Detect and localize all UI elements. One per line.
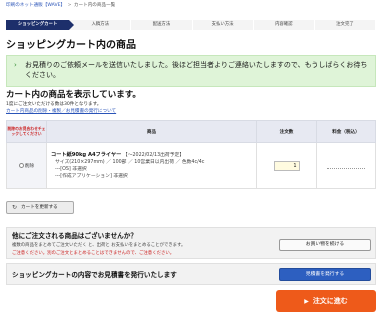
step-complete: 注文完了 xyxy=(314,20,377,30)
product-name: コート紙90kg A4フライヤー xyxy=(51,151,122,158)
cart-limit-note: 1度にご注文いただける数は30件となります。 xyxy=(6,102,102,107)
price-cell xyxy=(316,142,376,189)
order-button-label: 注文に進む xyxy=(312,297,348,305)
checkout-steps: ショッピングカート 入稿方法 配送方法 支払い方法 内容確認 注文完了 xyxy=(6,20,377,30)
page-title: ショッピングカート内の商品 xyxy=(6,40,136,51)
product-option-app: ---[作成アプリケーション] 非選択 xyxy=(55,173,128,179)
breadcrumb-home[interactable]: 印刷のネット通販【WAVE】 xyxy=(6,3,65,8)
delete-cell[interactable]: 削除 xyxy=(6,142,47,189)
column-delete: 削除のお見合わせチェックしてください xyxy=(6,120,47,143)
update-cart-button[interactable]: ↻ カートを更新する xyxy=(6,201,74,214)
breadcrumb-current: カート内の商品一覧 xyxy=(73,3,116,8)
cart-table-header: 削除のお見合わせチェックしてください 商品 注文数 料金（税込） xyxy=(6,120,376,143)
quantity-cell: 1 xyxy=(256,142,317,189)
breadcrumb: 印刷のネット通販【WAVE】 > カート内の商品一覧 xyxy=(6,2,115,8)
cart-help-link[interactable]: カート内商品の削除・複製／お見積書の発行について xyxy=(6,108,116,114)
success-notice: › お見積りのご依頼メールを送信いたしました。後ほど担当者よりご連絡いたしますの… xyxy=(6,55,376,87)
column-price: 料金（税込） xyxy=(316,120,376,143)
step-confirm: 内容確認 xyxy=(253,20,315,30)
arrow-right-icon: ▶ xyxy=(304,298,309,305)
step-payment: 支払い方法 xyxy=(192,20,254,30)
estimate-title: ショッピングカートの内容でお見積書を発行いたします xyxy=(12,271,177,279)
cart-section-title: カート内の商品を表示しています。 xyxy=(6,90,141,100)
product-ship-date: 【〜2022/02/13出荷予定】 xyxy=(122,152,185,158)
estimate-box: ショッピングカートの内容でお見積書を発行いたします 見積書を発行する xyxy=(6,263,376,285)
chevron-right-icon: › xyxy=(14,61,17,69)
delete-label: 削除 xyxy=(24,163,35,169)
update-cart-label: カートを更新する xyxy=(21,205,58,210)
quantity-input[interactable]: 1 xyxy=(273,160,300,171)
product-spec: サイズ(210×297mm) ／ 100部 ／ 10営業日以内出荷 ／ 色数4c… xyxy=(55,159,205,165)
proceed-to-order-button[interactable]: ▶ 注文に進む xyxy=(276,290,376,312)
step-shipping: 配送方法 xyxy=(131,20,193,30)
delete-radio[interactable] xyxy=(18,162,24,168)
other-products-box: 他にご注文される商品はございませんか？ 複数の商品をまとめてご注文いただく と、… xyxy=(6,227,376,259)
product-cell: コート紙90kg A4フライヤー 【〜2022/02/13出荷予定】 サイズ(2… xyxy=(46,142,257,189)
column-quantity: 注文数 xyxy=(256,120,317,143)
step-upload: 入稿方法 xyxy=(70,20,132,30)
refresh-icon: ↻ xyxy=(12,204,18,211)
continue-shopping-button[interactable]: お買い物を続ける xyxy=(279,239,371,251)
product-option-os: ---[OS] 非選択 xyxy=(55,166,87,172)
table-row: 削除 コート紙90kg A4フライヤー 【〜2022/02/13出荷予定】 サイ… xyxy=(6,142,376,189)
price-value xyxy=(327,162,365,169)
notice-text: お見積りのご依頼メールを送信いたしました。後ほど担当者よりご連絡いたしますので、… xyxy=(25,61,368,79)
step-cart: ショッピングカート xyxy=(6,20,75,30)
other-products-text: 複数の商品をまとめてご注文いただく と、出荷と お支払いをまとめることができます… xyxy=(12,243,186,248)
cart-table: 削除のお見合わせチェックしてください 商品 注文数 料金（税込） 削除 コート紙… xyxy=(6,120,376,189)
other-products-note: ご注意ください。別のご注文とまとめることはできませんので、ご注意ください。 xyxy=(12,251,175,256)
column-product: 商品 xyxy=(46,120,257,143)
breadcrumb-separator: > xyxy=(67,3,72,8)
other-products-title: 他にご注文される商品はございませんか？ xyxy=(12,232,137,240)
issue-estimate-button[interactable]: 見積書を発行する xyxy=(279,268,371,281)
